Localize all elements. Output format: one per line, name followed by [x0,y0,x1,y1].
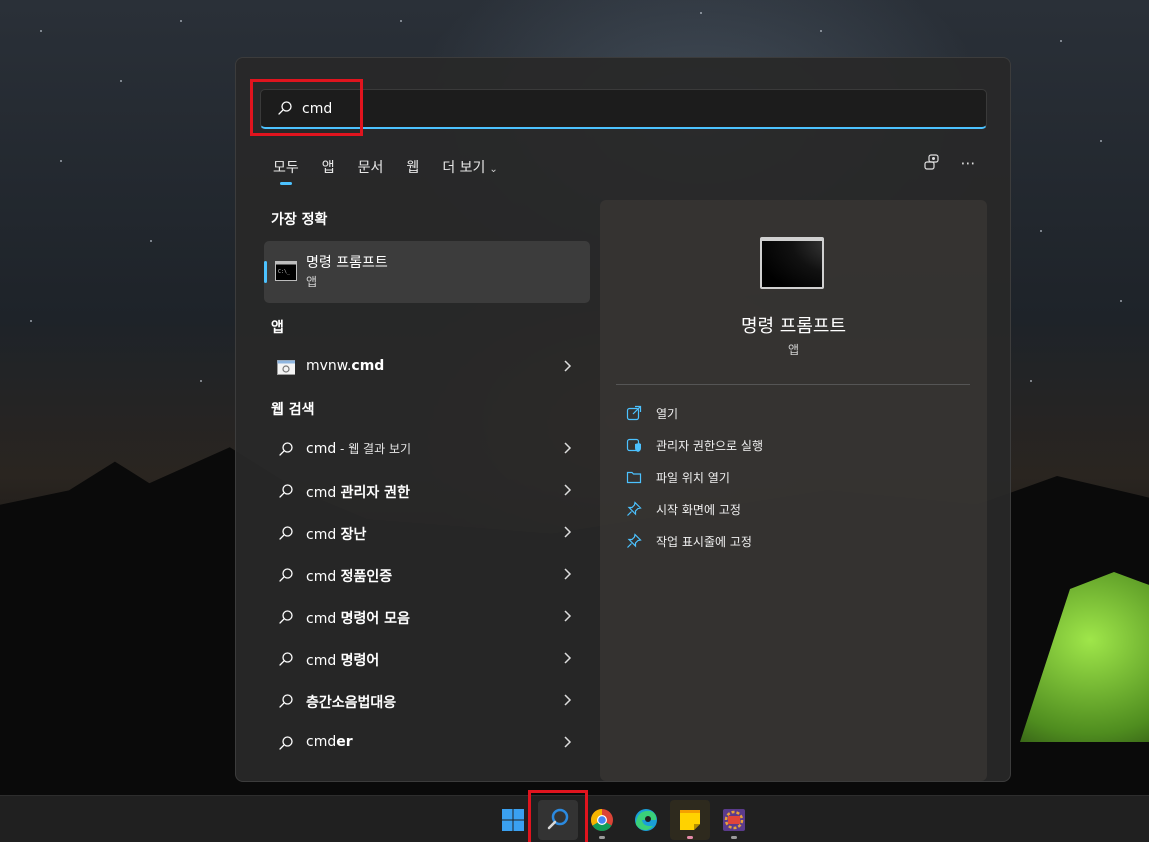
selection-indicator [264,261,267,283]
action-open-file-location-label: 파일 위치 열기 [656,471,730,485]
tab-all[interactable]: 모두 [273,157,299,185]
web-result-prefix: cmd [306,441,337,457]
chevron-right-icon [564,736,572,748]
search-icon [279,442,293,456]
web-result[interactable]: cmd 명령어 [264,640,590,678]
web-result-prefix: cmd [306,485,341,501]
start-button[interactable] [493,800,533,840]
action-pin-to-taskbar-label: 작업 표시줄에 고정 [656,535,752,549]
chevron-down-icon: ⌄ [489,164,498,175]
edge-button[interactable] [626,800,666,840]
taskbar-search-highlight-box [528,790,588,842]
open-external-icon [626,405,642,421]
account-switch-icon[interactable] [923,153,941,171]
search-icon [279,484,293,498]
web-result-prefix: cmd [306,734,337,750]
search-icon [279,610,293,624]
shield-admin-icon [626,438,641,452]
command-prompt-icon: C:\_ [275,261,297,281]
search-icon [279,568,293,582]
batch-file-icon [277,360,295,375]
tab-apps[interactable]: 앱 [322,157,335,177]
detail-subtitle: 앱 [787,343,800,357]
folder-icon [626,471,642,484]
web-result-suffix: 명령어 모음 [340,611,410,627]
web-result-suffix: 장난 [340,527,367,543]
detail-title: 명령 프롬프트 [740,316,847,337]
chevron-right-icon [564,652,572,664]
start-search-panel: 모두 앱 문서 웹 더 보기⌄ ⋯ 가장 정확 C:\_ 명령 프롬프트 앱 앱… [235,57,1011,782]
command-prompt-icon [760,237,824,289]
apps-heading: 앱 [271,320,284,336]
app-result-name-prefix: mvnw. [306,358,352,374]
web-result[interactable]: cmder [264,724,590,762]
web-search-heading: 웹 검색 [271,402,315,418]
running-indicator [599,836,605,839]
web-result-prefix: cmd [306,527,341,543]
app-result-name-match: cmd [351,358,385,374]
search-icon [279,694,293,708]
tab-more-label: 더 보기 [442,160,486,176]
web-result-suffix: - 웹 결과 보기 [336,442,412,456]
search-box[interactable] [260,89,987,129]
pin-icon [627,533,642,548]
sticky-notes-icon [680,810,700,830]
web-result[interactable]: cmd 관리자 권한 [264,472,590,510]
tab-documents[interactable]: 문서 [358,157,384,177]
web-result[interactable]: cmd - 웹 결과 보기 [264,430,590,468]
pin-icon [627,501,642,516]
web-result[interactable]: cmd 장난 [264,514,590,552]
taskbar [0,790,1149,842]
web-result-suffix: er [336,734,353,750]
chevron-right-icon [564,568,572,580]
edge-browser-icon [635,809,657,831]
web-result-prefix: cmd [306,653,341,669]
action-run-as-admin-label: 관리자 권한으로 실행 [656,439,763,453]
chevron-right-icon [564,526,572,538]
chrome-button[interactable] [582,800,622,840]
best-match-heading: 가장 정확 [271,212,328,228]
tab-web[interactable]: 웹 [406,157,419,177]
action-pin-to-start-label: 시작 화면에 고정 [656,503,741,517]
svg-text:C:\_: C:\_ [278,269,291,275]
chevron-right-icon [564,360,572,372]
windows-start-icon [502,809,524,831]
best-match-item[interactable]: C:\_ 명령 프롬프트 앱 [264,241,590,303]
web-result-suffix: 관리자 권한 [340,485,410,501]
detail-pane: 명령 프롬프트 앱 열기 관리자 권한으로 실행 파일 위치 열기 시작 화면에… [600,200,987,781]
filter-tabs: 모두 앱 문서 웹 더 보기 ⌄ [273,153,521,185]
chevron-right-icon [564,442,572,454]
web-result-prefix: cmd [306,569,341,585]
app-result-mvnw[interactable]: mvnw.cmd [264,348,590,386]
best-match-type: 앱 [306,275,318,289]
chrome-icon [591,809,613,831]
more-options-icon[interactable]: ⋯ [958,153,978,173]
chevron-right-icon [564,610,572,622]
search-input[interactable] [302,96,962,122]
search-highlight-box [250,79,363,136]
sticky-notes-button[interactable] [670,800,710,840]
search-icon [279,652,293,666]
search-icon [279,526,293,540]
web-result-suffix: 정품인증 [340,569,393,585]
web-result-suffix: 층간소음법대응 [306,695,397,711]
search-icon [279,736,293,750]
action-open-label: 열기 [656,407,679,421]
web-result-suffix: 명령어 [340,653,380,669]
ide-app-icon [723,809,745,831]
chevron-right-icon [564,694,572,706]
best-match-name: 명령 프롬프트 [306,255,388,271]
chevron-right-icon [564,484,572,496]
web-result[interactable]: 층간소음법대응 [264,682,590,720]
web-result[interactable]: cmd 명령어 모음 [264,598,590,636]
tab-more[interactable]: 더 보기 ⌄ [442,157,497,177]
web-result-prefix: cmd [306,611,341,627]
running-indicator [731,836,737,839]
divider [616,384,970,385]
running-indicator [687,836,693,839]
ide-app-button[interactable] [714,800,754,840]
web-result[interactable]: cmd 정품인증 [264,556,590,594]
